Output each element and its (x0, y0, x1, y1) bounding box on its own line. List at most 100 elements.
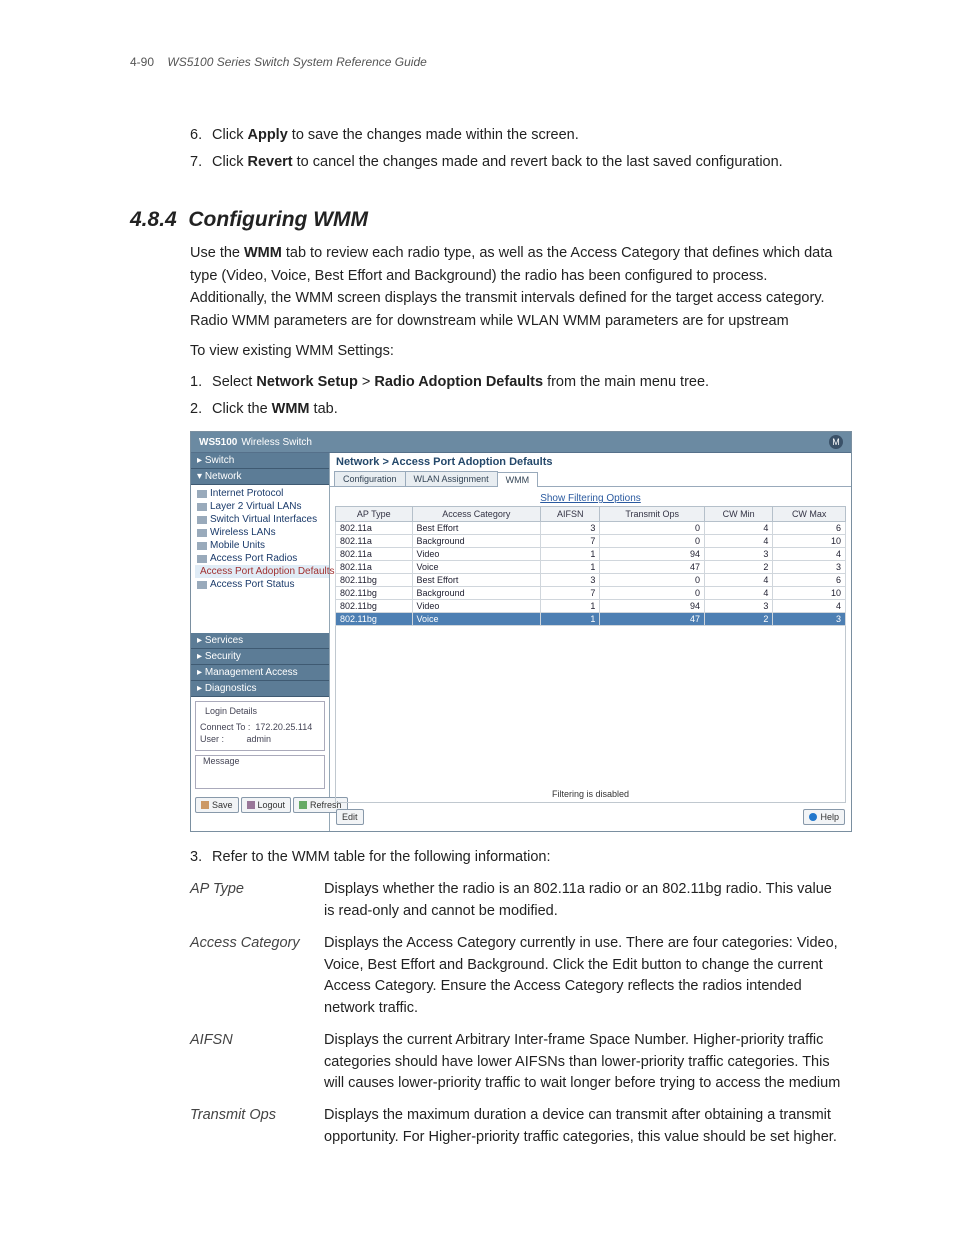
table-cell: 4 (773, 548, 846, 561)
table-row[interactable]: 802.11aBest Effort3046 (336, 522, 846, 535)
definition-row: Transmit OpsDisplays the maximum duratio… (190, 1105, 844, 1149)
table-cell: 802.11a (336, 561, 413, 574)
sidebar-item-security[interactable]: ▸ Security (191, 649, 329, 665)
table-cell: 1 (541, 600, 600, 613)
table-cell: 0 (600, 587, 705, 600)
tree-item-icon (197, 516, 207, 524)
logout-button[interactable]: Logout (241, 797, 292, 813)
table-cell: Voice (412, 561, 541, 574)
table-row[interactable]: 802.11aVoice14723 (336, 561, 846, 574)
step-1: 1. Select Network Setup > Radio Adoption… (190, 371, 844, 394)
table-row[interactable]: 802.11aBackground70410 (336, 535, 846, 548)
tree-item[interactable]: Layer 2 Virtual LANs (195, 500, 329, 513)
table-cell: Background (412, 535, 541, 548)
table-cell: 1 (541, 561, 600, 574)
tabs: Configuration WLAN Assignment WMM (330, 471, 851, 487)
tree-item-icon (197, 542, 207, 550)
show-filtering-link[interactable]: Show Filtering Options (330, 487, 851, 506)
message-box: Message (195, 755, 325, 789)
app-brand-bar: WS5100 Wireless Switch M (191, 432, 851, 453)
table-cell: 802.11bg (336, 600, 413, 613)
table-cell: 10 (773, 587, 846, 600)
table-cell: 10 (773, 535, 846, 548)
sidebar-item-network[interactable]: ▾ Network (191, 469, 329, 485)
table-header[interactable]: CW Max (773, 507, 846, 522)
table-row[interactable]: 802.11bgBackground70410 (336, 587, 846, 600)
table-cell: 2 (704, 613, 772, 626)
help-button[interactable]: Help (803, 809, 845, 825)
page-number: 4-90 (130, 55, 154, 69)
tree-item-label: Access Port Status (210, 579, 294, 590)
guide-title: WS5100 Series Switch System Reference Gu… (167, 55, 426, 69)
tree-item[interactable]: Access Port Radios (195, 552, 329, 565)
table-cell: 94 (600, 600, 705, 613)
definition-row: AIFSNDisplays the current Arbitrary Inte… (190, 1030, 844, 1095)
table-cell: 6 (773, 522, 846, 535)
table-cell: 4 (704, 587, 772, 600)
definition-row: AP TypeDisplays whether the radio is an … (190, 879, 844, 923)
table-row[interactable]: 802.11bgVoice14723 (336, 613, 846, 626)
table-cell: 47 (600, 613, 705, 626)
tree-item[interactable]: Wireless LANs (195, 526, 329, 539)
section-intro: Use the WMM tab to review each radio typ… (190, 242, 844, 332)
table-cell: 3 (541, 574, 600, 587)
tab-wmm[interactable]: WMM (497, 472, 539, 487)
step-7: 7. Click Revert to cancel the changes ma… (190, 151, 844, 174)
breadcrumb: Network > Access Port Adoption Defaults (330, 453, 851, 471)
tree-item-icon (197, 529, 207, 537)
tree-item-label: Wireless LANs (210, 527, 276, 538)
refresh-icon (299, 801, 307, 809)
table-header[interactable]: Access Category (412, 507, 541, 522)
tree-item[interactable]: Switch Virtual Interfaces (195, 513, 329, 526)
tree-item[interactable]: Access Port Adoption Defaults (195, 565, 329, 578)
table-cell: 1 (541, 548, 600, 561)
tree-item[interactable]: Mobile Units (195, 539, 329, 552)
table-cell: 0 (600, 574, 705, 587)
table-cell: 802.11bg (336, 574, 413, 587)
table-header[interactable]: AIFSN (541, 507, 600, 522)
tree-item-label: Layer 2 Virtual LANs (210, 501, 302, 512)
table-cell: 802.11a (336, 535, 413, 548)
definition-body: Displays the Access Category currently i… (324, 933, 844, 1020)
step-3: 3. Refer to the WMM table for the follow… (190, 846, 844, 869)
table-cell: Voice (412, 613, 541, 626)
definition-body: Displays the maximum duration a device c… (324, 1105, 844, 1149)
edit-button[interactable]: Edit (336, 809, 364, 825)
table-row[interactable]: 802.11bgVideo19434 (336, 600, 846, 613)
table-cell: Best Effort (412, 522, 541, 535)
table-cell: 6 (773, 574, 846, 587)
definition-body: Displays whether the radio is an 802.11a… (324, 879, 844, 923)
tree-item-icon (197, 490, 207, 498)
table-header[interactable]: AP Type (336, 507, 413, 522)
table-cell: 4 (773, 600, 846, 613)
table-cell: 0 (600, 522, 705, 535)
definition-term: Access Category (190, 933, 324, 1020)
logout-icon (247, 801, 255, 809)
table-header[interactable]: CW Min (704, 507, 772, 522)
tab-configuration[interactable]: Configuration (334, 471, 406, 486)
table-row[interactable]: 802.11bgBest Effort3046 (336, 574, 846, 587)
table-cell: 7 (541, 535, 600, 548)
table-cell: 3 (541, 522, 600, 535)
tree-item-label: Mobile Units (210, 540, 265, 551)
tree-item-label: Switch Virtual Interfaces (210, 514, 317, 525)
table-row[interactable]: 802.11aVideo19434 (336, 548, 846, 561)
sidebar-item-switch[interactable]: ▸ Switch (191, 453, 329, 469)
tab-wlan-assignment[interactable]: WLAN Assignment (405, 471, 498, 486)
login-details: Login Details Connect To : 172.20.25.114… (195, 701, 325, 751)
table-cell: Video (412, 600, 541, 613)
sidebar-item-services[interactable]: ▸ Services (191, 633, 329, 649)
table-cell: 7 (541, 587, 600, 600)
sidebar-item-mgmt[interactable]: ▸ Management Access (191, 665, 329, 681)
definition-term: Transmit Ops (190, 1105, 324, 1149)
tree-item[interactable]: Internet Protocol (195, 487, 329, 500)
table-header[interactable]: Transmit Ops (600, 507, 705, 522)
sidebar-item-diagnostics[interactable]: ▸ Diagnostics (191, 681, 329, 697)
tree-item-label: Access Port Radios (210, 553, 297, 564)
save-button[interactable]: Save (195, 797, 239, 813)
wmm-table: AP TypeAccess CategoryAIFSNTransmit OpsC… (335, 506, 846, 626)
table-cell: 3 (773, 613, 846, 626)
table-cell: 3 (704, 600, 772, 613)
section-heading: 4.8.4 Configuring WMM (130, 208, 844, 232)
tree-item[interactable]: Access Port Status (195, 578, 329, 591)
